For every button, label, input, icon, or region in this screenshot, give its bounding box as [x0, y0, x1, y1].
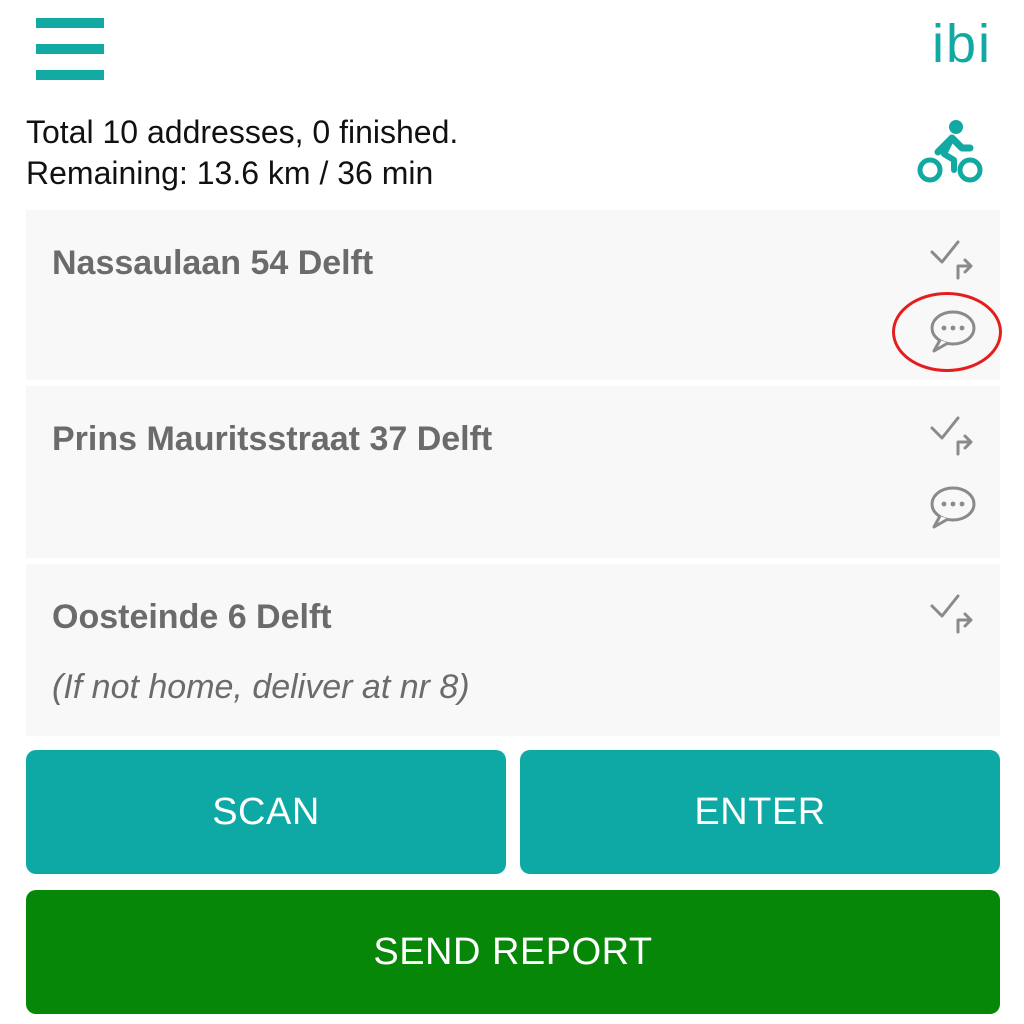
- send-report-button[interactable]: SEND REPORT: [26, 890, 1000, 1014]
- app-logo: ibi: [931, 14, 992, 74]
- check-forward-icon[interactable]: [928, 238, 978, 282]
- address-item[interactable]: Oosteinde 6 Delft (If not home, deliver …: [26, 564, 1000, 736]
- bicycle-icon[interactable]: [916, 118, 984, 186]
- address-list: Nassaulaan 54 Delft Prins Mauritsstraat …: [26, 210, 1002, 736]
- comment-icon[interactable]: [924, 482, 980, 532]
- address-label: Oosteinde 6 Delft: [52, 598, 332, 636]
- address-item[interactable]: Prins Mauritsstraat 37 Delft: [26, 386, 1000, 558]
- hamburger-menu-icon[interactable]: [36, 18, 104, 80]
- comment-icon[interactable]: [924, 306, 980, 356]
- check-forward-icon[interactable]: [928, 414, 978, 458]
- address-item[interactable]: Nassaulaan 54 Delft: [26, 210, 1002, 380]
- scan-button[interactable]: SCAN: [26, 750, 506, 874]
- summary-remaining: Remaining: 13.6 km / 36 min: [26, 155, 434, 191]
- check-forward-icon[interactable]: [928, 592, 978, 636]
- menu-bar-top: [36, 18, 104, 28]
- menu-bar-middle: [36, 44, 104, 54]
- address-label: Nassaulaan 54 Delft: [52, 244, 374, 282]
- enter-button[interactable]: ENTER: [520, 750, 1000, 874]
- address-label: Prins Mauritsstraat 37 Delft: [52, 420, 493, 458]
- menu-bar-bottom: [36, 70, 104, 80]
- delivery-note: (If not home, deliver at nr 8): [52, 668, 470, 706]
- summary-totals: Total 10 addresses, 0 finished.: [26, 114, 459, 150]
- route-summary: Total 10 addresses, 0 finished. Remainin…: [26, 112, 458, 194]
- app-screen: ibi Total 10 addresses, 0 finished. Rema…: [0, 0, 1024, 1024]
